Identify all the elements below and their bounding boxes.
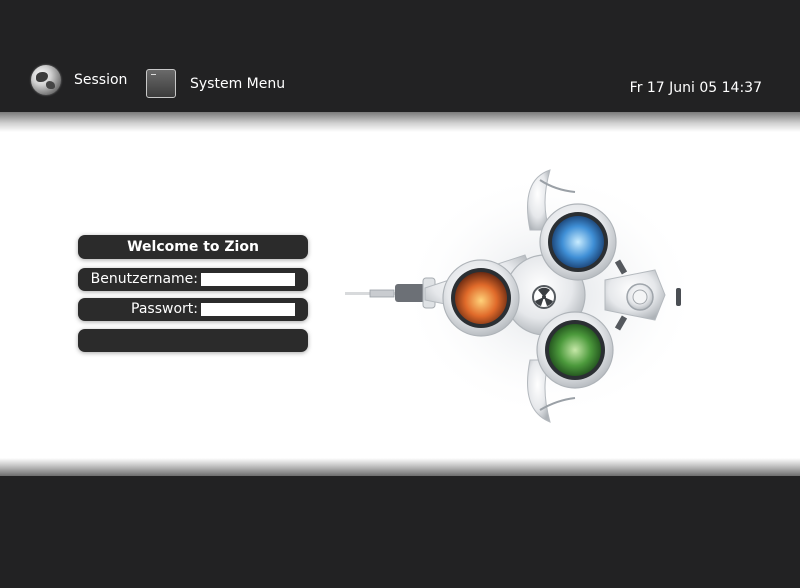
welcome-title: Welcome to Zion xyxy=(127,239,259,255)
password-row: Passwort: xyxy=(78,298,308,321)
system-menu-label: System Menu xyxy=(190,76,286,92)
session-button[interactable]: Session xyxy=(31,63,127,97)
password-input[interactable] xyxy=(201,303,295,316)
top-gradient-band xyxy=(0,112,800,132)
terminal-icon xyxy=(146,68,176,98)
globe-icon xyxy=(31,65,61,95)
login-panel-footer xyxy=(78,329,308,352)
welcome-header: Welcome to Zion xyxy=(78,235,308,259)
system-menu-button[interactable]: System Menu xyxy=(146,67,285,99)
password-label: Passwort: xyxy=(131,301,198,317)
username-label: Benutzername: xyxy=(90,271,198,287)
clock: Fr 17 Juni 05 14:37 xyxy=(629,80,762,96)
session-label: Session xyxy=(74,72,128,88)
bottom-gradient-band xyxy=(0,458,800,476)
zion-ship-illustration xyxy=(335,160,705,430)
username-input[interactable] xyxy=(201,273,295,286)
top-bar: Session System Menu Fr 17 Juni 05 14:37 xyxy=(0,0,800,112)
username-row: Benutzername: xyxy=(78,268,308,291)
bottom-bar xyxy=(0,476,800,588)
